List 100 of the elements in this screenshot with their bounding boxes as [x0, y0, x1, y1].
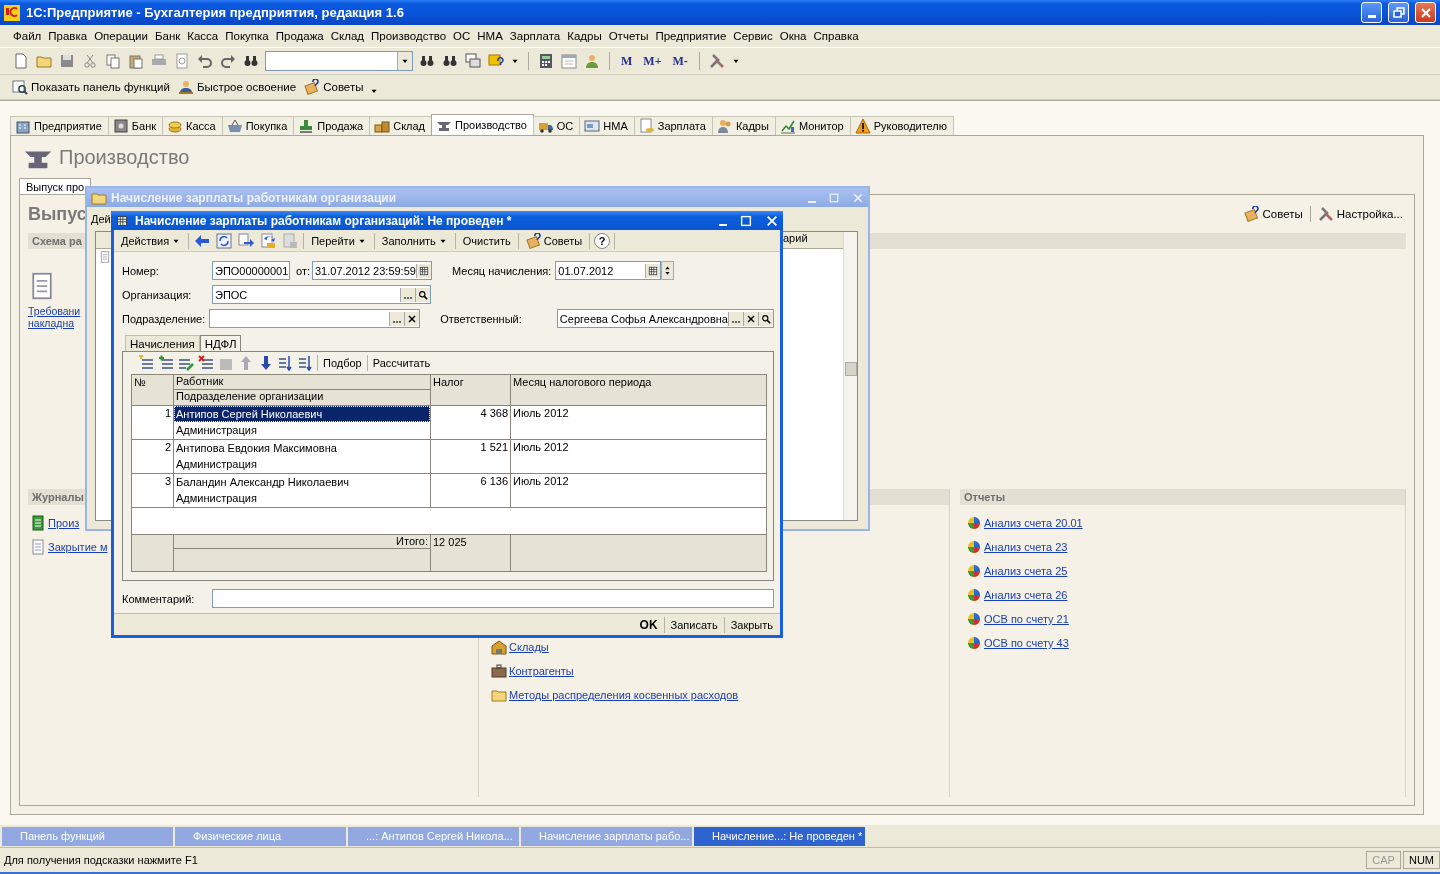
- date-field[interactable]: 31.07.2012 23:59:59: [312, 261, 432, 281]
- binoculars-icon[interactable]: [442, 53, 458, 69]
- sort-icon[interactable]: [298, 355, 314, 372]
- menu-item[interactable]: Окна: [776, 30, 810, 42]
- catalog-link[interactable]: Методы распределения косвенных расходов: [509, 689, 739, 701]
- menu-button[interactable]: Заполнить: [378, 230, 451, 251]
- page-icon[interactable]: [13, 53, 29, 69]
- spin-icon[interactable]: [661, 261, 675, 281]
- help-icon[interactable]: [488, 53, 504, 69]
- list-delete-icon[interactable]: [198, 355, 214, 372]
- toolbar-button[interactable]: Рассчитать: [369, 353, 434, 374]
- toolbar-button[interactable]: Показать панель функций: [10, 79, 172, 95]
- menu-item[interactable]: Сервис: [730, 30, 776, 42]
- function-tab[interactable]: ОС: [532, 116, 581, 135]
- table-cell[interactable]: Антипов Сергей Николаевич: [174, 406, 430, 423]
- department-field[interactable]: [208, 309, 421, 329]
- number-field[interactable]: ЭПО00000001: [212, 261, 290, 281]
- search-combo-field[interactable]: [265, 51, 413, 71]
- tips-link[interactable]: Советы: [1240, 206, 1306, 222]
- menu-item[interactable]: Правка: [45, 30, 91, 42]
- function-tab[interactable]: Касса: [162, 116, 223, 135]
- undo-icon[interactable]: [197, 53, 213, 69]
- ellipsis-icon[interactable]: [389, 311, 405, 326]
- form-tab[interactable]: Начисления: [125, 335, 200, 352]
- binoculars-icon[interactable]: [243, 53, 259, 69]
- list-add-icon[interactable]: [138, 355, 154, 372]
- tools-icon[interactable]: [708, 53, 725, 69]
- memory-button[interactable]: M+: [640, 53, 665, 69]
- actions-menu[interactable]: Дей: [91, 213, 111, 225]
- catalog-link[interactable]: Склады: [509, 641, 549, 653]
- search-icon[interactable]: [415, 287, 430, 302]
- redo-icon[interactable]: [220, 53, 236, 69]
- menu-item[interactable]: Справка: [810, 30, 862, 42]
- table-cell[interactable]: Баландин Александр Николаевич: [174, 474, 430, 491]
- report-link[interactable]: ОСВ по счету 43: [984, 637, 1069, 649]
- catalog-link[interactable]: Контрагенты: [509, 665, 574, 677]
- menu-item[interactable]: Покупка: [222, 30, 272, 42]
- search-icon[interactable]: [758, 311, 773, 326]
- calculator-icon[interactable]: [538, 53, 554, 69]
- function-tab[interactable]: Зарплата: [633, 116, 713, 135]
- clear-button[interactable]: Очистить: [459, 230, 514, 251]
- binoculars-icon[interactable]: [419, 53, 435, 69]
- month-field[interactable]: 01.07.2012: [555, 261, 662, 281]
- refresh-icon[interactable]: [216, 232, 233, 249]
- menu-button[interactable]: Действия: [118, 230, 185, 251]
- schema-link[interactable]: Требовани: [28, 305, 81, 317]
- tips-button[interactable]: Советы: [522, 230, 586, 251]
- function-tab[interactable]: Руководителю: [849, 116, 955, 135]
- ellipsis-icon[interactable]: [728, 311, 743, 326]
- function-tab[interactable]: Кадры: [711, 116, 776, 135]
- menu-item[interactable]: Отчеты: [605, 30, 652, 42]
- function-tab[interactable]: Производство: [431, 114, 534, 135]
- memory-button[interactable]: M: [618, 53, 636, 69]
- arrow-down-icon[interactable]: [258, 355, 274, 372]
- menu-item[interactable]: Касса: [184, 30, 222, 42]
- help-button[interactable]: ?: [594, 232, 611, 249]
- window-tab[interactable]: Начисление...: Не проведен *: [694, 826, 865, 846]
- menu-item[interactable]: Склад: [327, 30, 368, 42]
- journal-link[interactable]: Произ: [48, 517, 80, 529]
- menu-item[interactable]: НМА: [474, 30, 506, 42]
- form-button[interactable]: OK: [636, 614, 661, 635]
- report-link[interactable]: Анализ счета 26: [984, 589, 1068, 601]
- scissors-icon[interactable]: [82, 53, 98, 69]
- function-tab[interactable]: Монитор: [774, 116, 851, 135]
- function-tab[interactable]: Предприятие: [10, 116, 109, 135]
- toolbar-button[interactable]: Быстрое освоение: [175, 79, 299, 95]
- report-link[interactable]: Анализ счета 20.01: [984, 517, 1083, 529]
- list-plus-icon[interactable]: [158, 355, 174, 372]
- menu-item[interactable]: Производство: [368, 30, 450, 42]
- restore-button[interactable]: [1388, 2, 1409, 23]
- person-icon[interactable]: [584, 53, 600, 69]
- clear-icon[interactable]: [743, 311, 758, 326]
- menu-button[interactable]: Перейти: [308, 230, 370, 251]
- function-tab[interactable]: Продажа: [293, 116, 371, 135]
- menu-item[interactable]: ОС: [450, 30, 474, 42]
- swap-icon[interactable]: [238, 232, 255, 249]
- form-button[interactable]: Закрыть: [727, 614, 776, 635]
- calendar-icon[interactable]: [645, 263, 661, 278]
- close-button[interactable]: [1415, 2, 1436, 23]
- form-tab[interactable]: НДФЛ: [199, 335, 242, 352]
- report-link[interactable]: ОСВ по счету 21: [984, 613, 1069, 625]
- ellipsis-icon[interactable]: [400, 287, 415, 302]
- minimize-button[interactable]: [1361, 2, 1382, 23]
- document-arrow-icon[interactable]: [260, 232, 277, 249]
- menu-item[interactable]: Файл: [10, 30, 45, 42]
- menu-item[interactable]: Банк: [151, 30, 184, 42]
- menu-item[interactable]: Предприятие: [652, 30, 730, 42]
- schema-link[interactable]: накладна: [28, 317, 75, 329]
- memory-button[interactable]: M-: [669, 53, 691, 69]
- report-link[interactable]: Анализ счета 23: [984, 541, 1068, 553]
- function-tab[interactable]: Банк: [107, 116, 164, 135]
- function-tab[interactable]: Склад: [369, 116, 433, 135]
- clear-icon[interactable]: [404, 311, 420, 326]
- preview-icon[interactable]: [174, 53, 190, 69]
- function-tab[interactable]: НМА: [579, 116, 635, 135]
- toolbar-button[interactable]: Советы: [302, 79, 366, 95]
- close-icon[interactable]: [765, 213, 779, 228]
- scrollbar[interactable]: [843, 232, 857, 520]
- minimize-icon[interactable]: [719, 223, 727, 226]
- menu-item[interactable]: Операции: [91, 30, 151, 42]
